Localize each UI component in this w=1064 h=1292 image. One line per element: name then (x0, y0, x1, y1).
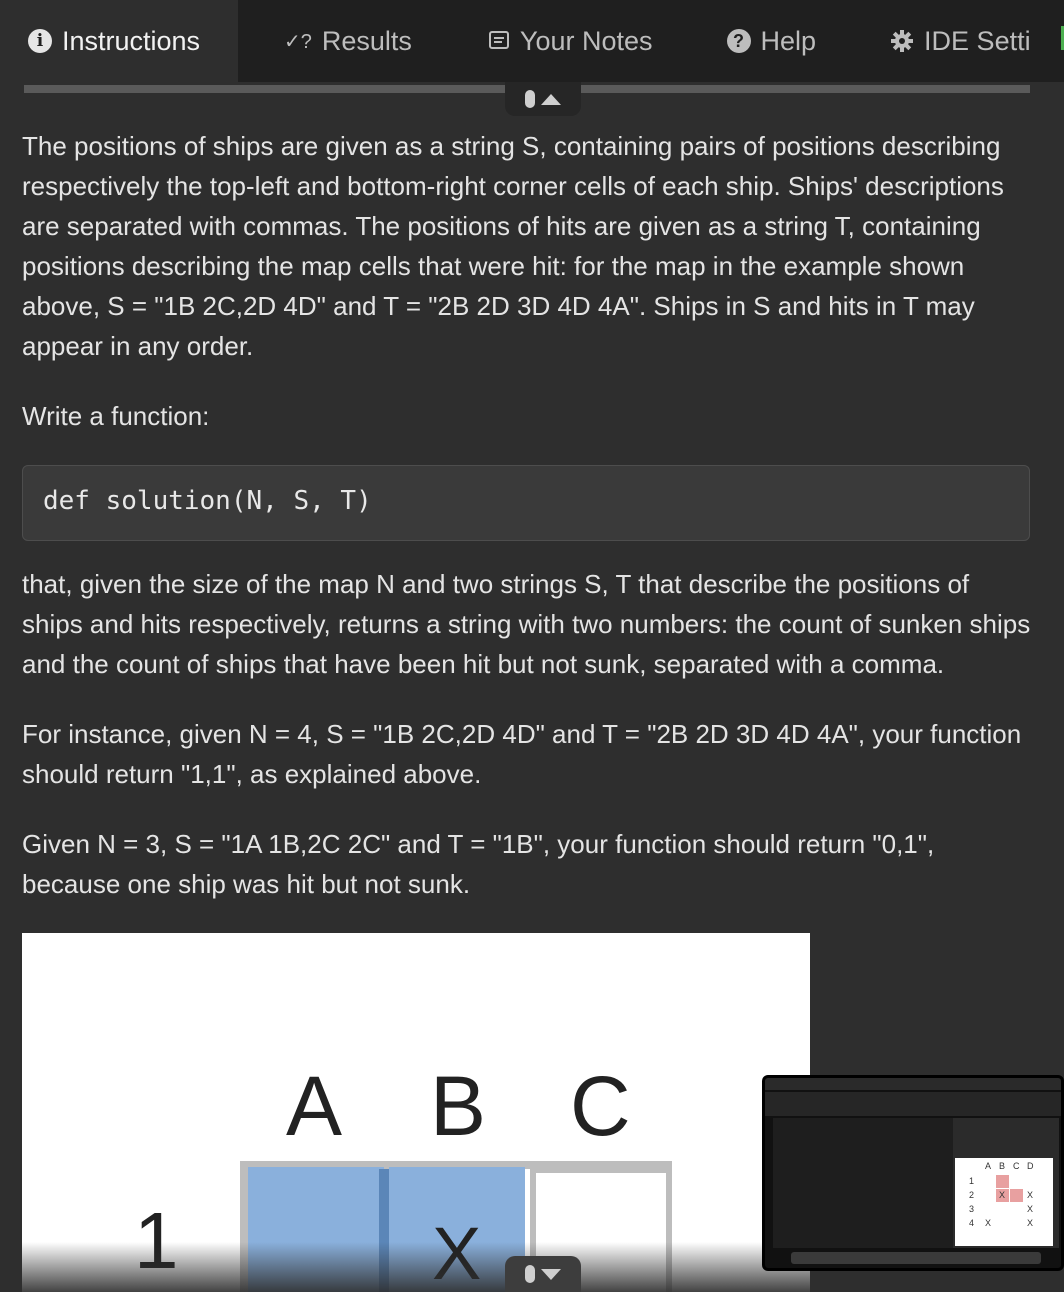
tab-results[interactable]: ✓? Results (284, 0, 412, 82)
thumb-row-1: 1 (969, 1176, 975, 1186)
screenshot-thumbnail[interactable]: A B C D 1 2 3 4 X X X X X (762, 1075, 1064, 1271)
thumbnail-dock (791, 1252, 1041, 1264)
tab-ide-settings-label: IDE Setti (924, 25, 1031, 56)
mouse-icon-bottom (525, 1265, 535, 1283)
code-signature: def solution(N, S, T) (22, 465, 1030, 541)
tab-bar: i Instructions ✓? Results Your Notes ? H… (0, 0, 1064, 82)
gear-icon (890, 29, 914, 53)
thumb-row-4: 4 (969, 1218, 975, 1228)
tab-results-label: Results (321, 25, 412, 56)
thumb-cell-2c (1010, 1189, 1023, 1202)
tab-instructions-label: Instructions (62, 25, 201, 56)
thumb-hit-2d: X (1027, 1190, 1034, 1200)
thumbnail-map-figure (955, 1158, 1053, 1246)
arrow-down-icon (541, 1268, 561, 1280)
example-map-figure: A B C 1 X (22, 933, 810, 1292)
column-label-c: C (570, 1059, 631, 1153)
thumbnail-browser-tabs (765, 1092, 1061, 1116)
paragraph-example-1: For instance, given N = 4, S = "1B 2C,2D… (22, 719, 1022, 789)
thumb-hit-4a: X (985, 1218, 992, 1228)
tab-your-notes-label: Your Notes (519, 25, 653, 56)
paragraph-ship-positions: The positions of ships are given as a st… (22, 131, 1004, 361)
notes-icon (488, 30, 510, 52)
thumb-hit-4d: X (1027, 1218, 1034, 1228)
tab-instructions[interactable]: i Instructions (0, 0, 238, 82)
help-icon: ? (726, 29, 751, 53)
thumb-hit-3d: X (1027, 1204, 1034, 1214)
thumb-row-3: 3 (969, 1204, 975, 1214)
tab-help-label: Help (760, 25, 817, 56)
thumb-col-b: B (999, 1161, 1006, 1171)
thumb-hit-2b: X (999, 1190, 1006, 1200)
expand-down-handle[interactable] (505, 1256, 581, 1292)
thumbnail-editor-pane (773, 1118, 953, 1248)
column-label-a: A (286, 1059, 343, 1153)
info-icon: i (28, 29, 52, 53)
tab-help[interactable]: ? Help (726, 0, 817, 82)
paragraph-write-function: Write a function: (22, 401, 210, 431)
thumb-row-2: 2 (969, 1190, 975, 1200)
thumb-col-d: D (1027, 1161, 1034, 1171)
check-question-icon: ✓? (284, 30, 312, 53)
tab-ide-settings[interactable]: IDE Setti (890, 0, 1031, 82)
thumbnail-menubar (765, 1078, 1061, 1090)
arrow-up-icon (541, 93, 561, 105)
thumb-col-a: A (985, 1161, 992, 1171)
thumb-col-c: C (1013, 1161, 1020, 1171)
thumb-cell-1b (996, 1175, 1009, 1188)
paragraph-example-2: Given N = 3, S = "1A 1B,2C 2C" and T = "… (22, 829, 935, 899)
paragraph-description: that, given the size of the map N and tw… (22, 569, 1031, 679)
column-label-b: B (430, 1059, 487, 1153)
tab-your-notes[interactable]: Your Notes (488, 0, 653, 82)
collapse-up-handle[interactable] (505, 82, 581, 116)
mouse-icon (525, 90, 535, 108)
